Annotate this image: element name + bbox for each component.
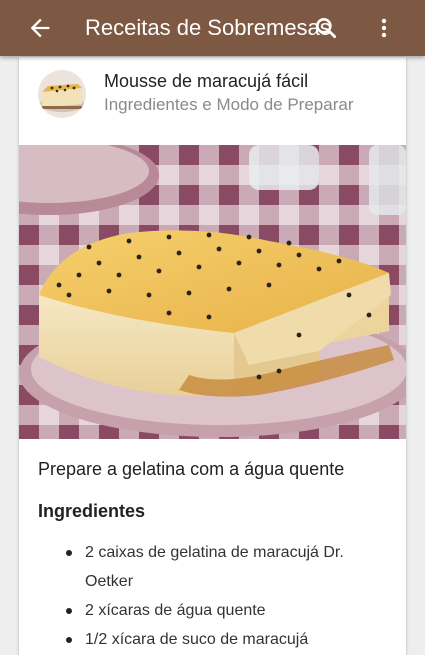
recipe-header: Mousse de maracujá fácil Ingredientes e … <box>19 57 406 145</box>
app-title: Receitas de Sobremesas <box>85 15 331 40</box>
ingredients-heading: Ingredientes <box>38 501 146 521</box>
list-item: 1/2 xícara de suco de maracujá <box>66 625 388 654</box>
recipe-subtitle: Ingredientes e Modo de Preparar <box>104 95 354 114</box>
preparation-step: Prepare a gelatina com a água quente <box>38 459 345 479</box>
recipe-card: Mousse de maracujá fácil Ingredientes e … <box>19 57 406 655</box>
ingredients-list: 2 caixas de gelatina de maracujá Dr. Oet… <box>38 538 388 654</box>
list-item: 2 xícaras de água quente <box>66 596 388 625</box>
recipe-thumbnail <box>38 70 86 118</box>
app-bar: Receitas de Sobremesas <box>0 0 425 56</box>
search-icon[interactable] <box>313 15 339 41</box>
recipe-name: Mousse de maracujá fácil <box>104 71 309 91</box>
recipe-photo <box>19 145 406 439</box>
list-item: 2 caixas de gelatina de maracujá Dr. Oet… <box>66 538 388 596</box>
back-arrow-icon[interactable] <box>26 14 54 42</box>
more-vert-icon[interactable] <box>373 14 395 42</box>
recipe-content: Prepare a gelatina com a água quente Ing… <box>38 457 388 654</box>
